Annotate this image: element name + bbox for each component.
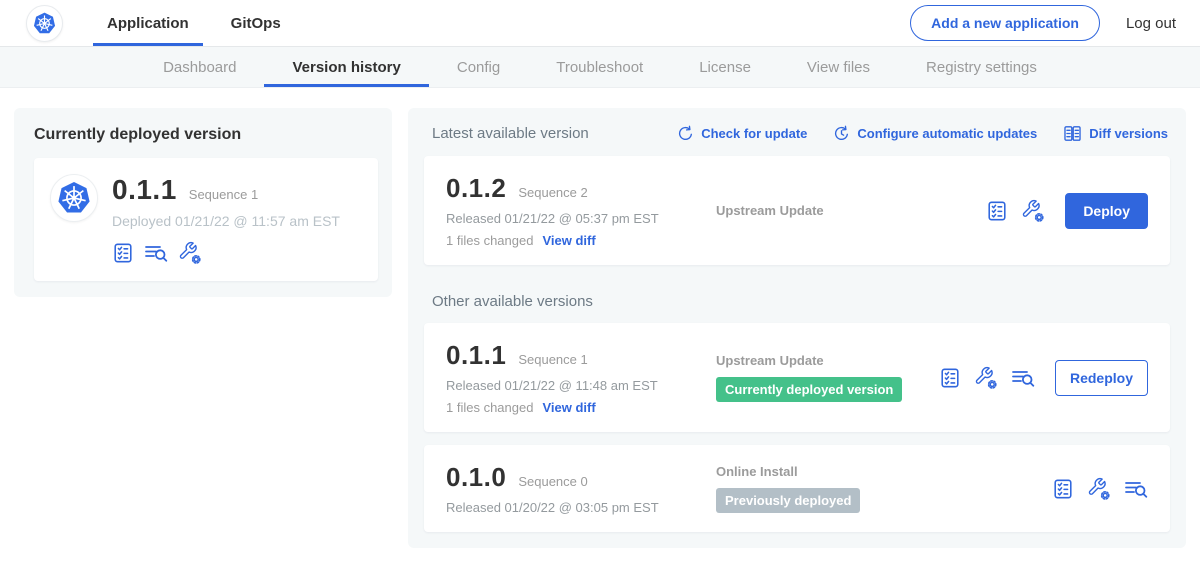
version-number: 0.1.2	[446, 173, 506, 204]
subnav-tab-dashboard[interactable]: Dashboard	[135, 47, 264, 87]
released-timestamp: Released 01/21/22 @ 05:37 pm EST	[446, 211, 698, 226]
currently-deployed-badge: Currently deployed version	[716, 377, 902, 402]
tab-gitops[interactable]: GitOps	[217, 0, 295, 46]
clock-refresh-icon	[833, 125, 850, 142]
subnav-tab-config[interactable]: Config	[429, 47, 528, 87]
released-timestamp: Released 01/20/22 @ 03:05 pm EST	[446, 500, 698, 515]
version-source: Upstream Update	[698, 203, 986, 218]
logout-button[interactable]: Log out	[1126, 15, 1176, 32]
configure-automatic-updates-link[interactable]: Configure automatic updates	[833, 125, 1037, 142]
main-content: Currently deployed version 0.1.1 Sequenc…	[0, 88, 1200, 548]
deployed-version-info: 0.1.1 Sequence 1 Deployed 01/21/22 @ 11:…	[112, 174, 340, 265]
source-label: Upstream Update	[716, 203, 986, 218]
currently-deployed-panel: Currently deployed version 0.1.1 Sequenc…	[14, 108, 392, 297]
subnav-tab-view-files[interactable]: View files	[779, 47, 898, 87]
available-header: Latest available version Check for updat…	[424, 122, 1170, 143]
sequence-label: Sequence 1	[518, 352, 587, 367]
available-versions-panel: Latest available version Check for updat…	[408, 108, 1186, 548]
diff-versions-link[interactable]: Diff versions	[1063, 124, 1168, 143]
deployed-version-number: 0.1.1	[112, 174, 177, 206]
app-subnav: Dashboard Version history Config Trouble…	[0, 47, 1200, 88]
version-source: Online Install Previously deployed	[698, 464, 1052, 513]
topnav-right: Add a new application Log out	[910, 0, 1176, 46]
deployed-icon-row	[112, 241, 340, 265]
version-actions-group	[1052, 477, 1148, 501]
deployed-version-card: 0.1.1 Sequence 1 Deployed 01/21/22 @ 11:…	[34, 158, 378, 281]
diff-panels-icon	[1063, 124, 1082, 143]
kubernetes-app-icon	[50, 174, 98, 222]
tab-application[interactable]: Application	[93, 0, 203, 46]
release-notes-icon[interactable]	[1011, 366, 1035, 390]
version-number: 0.1.0	[446, 462, 506, 493]
version-info: 0.1.1 Sequence 1 Released 01/21/22 @ 11:…	[446, 340, 698, 415]
tab-application-label: Application	[107, 15, 189, 32]
released-timestamp: Released 01/21/22 @ 11:48 am EST	[446, 378, 698, 393]
check-for-update-label: Check for update	[701, 126, 807, 141]
preflight-checks-icon[interactable]	[986, 200, 1008, 222]
subnav-tab-registry-settings[interactable]: Registry settings	[898, 47, 1065, 87]
config-icon[interactable]	[178, 241, 202, 265]
view-diff-link[interactable]: View diff	[542, 233, 595, 248]
source-label: Online Install	[716, 464, 1052, 479]
config-icon[interactable]	[1087, 477, 1111, 501]
version-actions-group: Deploy	[986, 193, 1148, 229]
deployed-timestamp: Deployed 01/21/22 @ 11:57 am EST	[112, 213, 340, 229]
previously-deployed-badge: Previously deployed	[716, 488, 860, 513]
configure-automatic-updates-label: Configure automatic updates	[857, 126, 1037, 141]
redeploy-button[interactable]: Redeploy	[1055, 360, 1148, 396]
version-actions-group: Redeploy	[939, 360, 1148, 396]
release-notes-icon[interactable]	[1124, 477, 1148, 501]
version-info: 0.1.0 Sequence 0 Released 01/20/22 @ 03:…	[446, 462, 698, 515]
preflight-checks-icon[interactable]	[112, 242, 134, 264]
files-changed-label: 1 files changed	[446, 400, 533, 415]
view-diff-link[interactable]: View diff	[542, 400, 595, 415]
deploy-button[interactable]: Deploy	[1065, 193, 1148, 229]
config-icon[interactable]	[974, 366, 998, 390]
deployed-sequence-label: Sequence 1	[189, 187, 258, 202]
release-notes-icon[interactable]	[144, 241, 168, 265]
version-card-012: 0.1.2 Sequence 2 Released 01/21/22 @ 05:…	[424, 156, 1170, 265]
files-changed-label: 1 files changed	[446, 233, 533, 248]
sequence-label: Sequence 0	[518, 474, 587, 489]
check-for-update-link[interactable]: Check for update	[677, 125, 807, 142]
latest-available-title: Latest available version	[432, 125, 589, 142]
other-available-versions-title: Other available versions	[432, 293, 1170, 310]
version-number: 0.1.1	[446, 340, 506, 371]
currently-deployed-title: Currently deployed version	[34, 124, 378, 144]
preflight-checks-icon[interactable]	[1052, 478, 1074, 500]
refresh-icon	[677, 125, 694, 142]
subnav-tab-troubleshoot[interactable]: Troubleshoot	[528, 47, 671, 87]
source-label: Upstream Update	[716, 353, 939, 368]
topnav-tabs: Application GitOps	[93, 0, 309, 46]
version-card-011: 0.1.1 Sequence 1 Released 01/21/22 @ 11:…	[424, 323, 1170, 432]
config-icon[interactable]	[1021, 199, 1045, 223]
version-actions: Check for update Configure automatic upd…	[677, 124, 1168, 143]
top-navbar: Application GitOps Add a new application…	[0, 0, 1200, 47]
version-source: Upstream Update Currently deployed versi…	[698, 353, 939, 402]
add-application-button[interactable]: Add a new application	[910, 5, 1100, 41]
diff-versions-label: Diff versions	[1089, 126, 1168, 141]
kubernetes-logo-icon	[26, 5, 63, 42]
version-info: 0.1.2 Sequence 2 Released 01/21/22 @ 05:…	[446, 173, 698, 248]
tab-gitops-label: GitOps	[231, 15, 281, 32]
version-card-010: 0.1.0 Sequence 0 Released 01/20/22 @ 03:…	[424, 445, 1170, 532]
subnav-tab-license[interactable]: License	[671, 47, 779, 87]
subnav-tab-version-history[interactable]: Version history	[264, 47, 428, 87]
preflight-checks-icon[interactable]	[939, 367, 961, 389]
sequence-label: Sequence 2	[518, 185, 587, 200]
